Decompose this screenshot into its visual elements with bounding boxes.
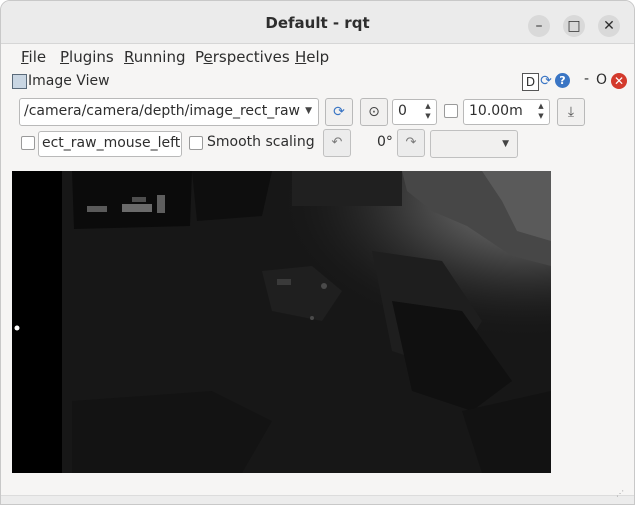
rotate-right-icon: ↷ (405, 135, 417, 150)
image-bottom-area (1, 477, 634, 495)
dock-help-icon[interactable]: ? (555, 73, 570, 88)
zoom-spinbox[interactable]: 0 ▲ ▼ (392, 99, 437, 125)
menu-file-mnemonic: F (21, 48, 29, 66)
menu-plugins[interactable]: Plugins (60, 48, 114, 66)
topic-select-value: /camera/camera/depth/image_rect_raw (24, 103, 300, 119)
menu-running-mnemonic: R (124, 48, 134, 66)
dock-reload-icon[interactable]: ⟳ (538, 73, 554, 89)
title-bar[interactable]: Default - rqt – □ ✕ (1, 1, 634, 44)
menu-perspectives-first: P (195, 48, 204, 66)
menu-file[interactable]: File (21, 48, 46, 66)
minimize-button[interactable]: – (528, 15, 550, 37)
dock-close-icon[interactable]: ✕ (611, 73, 627, 89)
menu-running[interactable]: Running (124, 48, 185, 66)
dock-float-button[interactable]: O (596, 72, 607, 88)
rotate-left-icon: ↶ (331, 135, 343, 150)
menu-running-rest: unning (133, 48, 186, 66)
menu-help-mnemonic: H (295, 48, 307, 66)
max-depth-spinbox[interactable]: 10.00m ▲ ▼ (463, 99, 550, 125)
close-button[interactable]: ✕ (598, 15, 620, 37)
spin-arrows-icon[interactable]: ▲ ▼ (423, 101, 433, 121)
chevron-down-icon: ▼ (502, 139, 509, 149)
menu-perspectives[interactable]: Perspectives (195, 48, 290, 66)
topic-select[interactable]: /camera/camera/depth/image_rect_raw ▼ (19, 98, 319, 126)
menu-help[interactable]: Help (295, 48, 329, 66)
colormap-select[interactable]: ▼ (430, 130, 518, 158)
smooth-scaling-checkbox[interactable] (189, 136, 203, 150)
dock-minimize-button[interactable]: - (584, 71, 589, 87)
mouse-publish-checkbox[interactable] (21, 136, 35, 150)
refresh-icon: ⟳ (333, 104, 345, 120)
menu-file-rest: ile (28, 48, 47, 66)
max-depth-value: 10.00m (469, 103, 523, 119)
status-bar (1, 495, 634, 504)
save-icon: ⤓ (567, 104, 575, 120)
save-image-button[interactable]: ⤓ (557, 98, 585, 126)
menu-perspectives-mnemonic: e (203, 48, 213, 66)
maximize-button[interactable]: □ (563, 15, 585, 37)
menu-bar: File Plugins Running Perspectives Help (1, 44, 634, 70)
spin-arrows-icon[interactable]: ▲ ▼ (536, 101, 546, 121)
mouse-topic-field[interactable] (39, 132, 181, 154)
resize-grip-icon[interactable]: ⋰ (616, 489, 624, 498)
depth-image-view[interactable] (12, 171, 551, 473)
dock-d-button[interactable]: D (522, 73, 539, 91)
image-view-icon (12, 74, 27, 89)
chevron-down-icon: ▼ (305, 106, 312, 116)
rotate-right-button[interactable]: ↷ (397, 129, 425, 157)
dock-title-bar: Image View D ⟳ ? - O ✕ (1, 71, 634, 93)
menu-help-rest: elp (306, 48, 330, 66)
smooth-scaling-label: Smooth scaling (207, 134, 315, 150)
menu-perspectives-rest: rspectives (212, 48, 290, 66)
menu-plugins-rest: lugins (69, 48, 114, 66)
rotate-left-button[interactable]: ↶ (323, 129, 351, 157)
dock-title: Image View (28, 73, 110, 89)
mouse-topic-input[interactable] (38, 131, 182, 157)
max-depth-checkbox[interactable] (444, 104, 458, 118)
refresh-topics-button[interactable]: ⟳ (325, 98, 353, 126)
zoom-fit-button[interactable]: ⊙ (360, 98, 388, 126)
rotation-label: 0° (377, 134, 393, 150)
depth-image (12, 171, 551, 473)
zoom-fit-icon: ⊙ (368, 104, 380, 120)
zoom-value: 0 (398, 103, 407, 119)
menu-plugins-mnemonic: P (60, 48, 70, 66)
rqt-window: Default - rqt – □ ✕ File Plugins Running… (0, 0, 635, 505)
